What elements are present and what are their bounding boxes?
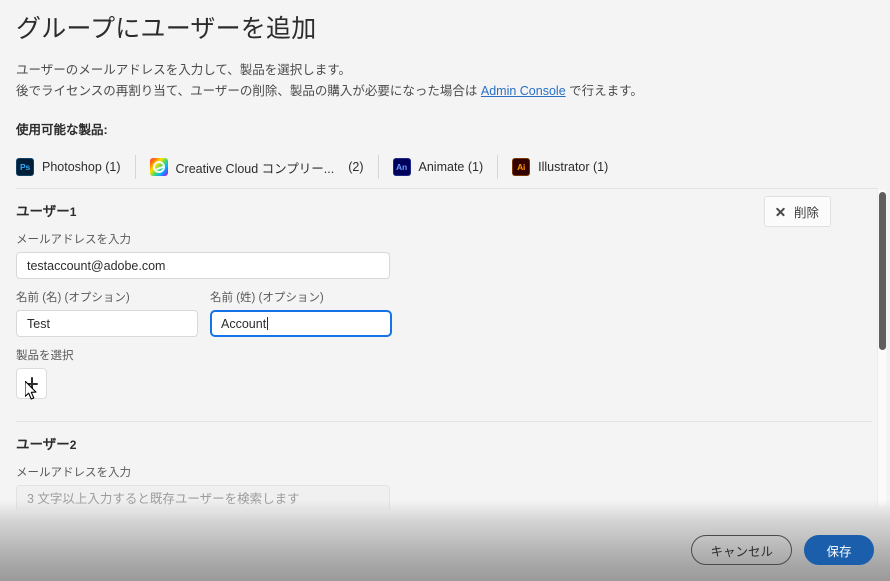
available-products-heading: 使用可能な製品: — [16, 123, 108, 137]
user-block-1: ユーザー1 削除 メールアドレスを入力 名前 (名) (オプション) 名前 (姓… — [16, 189, 874, 422]
delete-user-1-label: 削除 — [793, 206, 819, 220]
product-count-creative-cloud: (2) — [348, 160, 364, 174]
cancel-button[interactable]: キャンセル — [691, 535, 792, 565]
plus-icon — [25, 377, 38, 390]
user-1-name-row: 名前 (名) (オプション) 名前 (姓) (オプション) Account — [16, 279, 874, 337]
user-1-add-product-button[interactable] — [16, 368, 47, 399]
user-1-first-name-group: 名前 (名) (オプション) — [16, 279, 198, 337]
user-1-last-name-value: Account — [221, 316, 267, 331]
intro-line-2-prefix: 後でライセンスの再割り当て、ユーザーの削除、製品の購入が必要になった場合は — [16, 84, 478, 98]
user-1-email-input[interactable] — [16, 252, 390, 279]
close-icon — [775, 206, 786, 217]
user-2-heading: ユーザー2 — [16, 436, 874, 454]
user-1-heading: ユーザー1 — [16, 203, 76, 221]
user-1-header: ユーザー1 削除 — [16, 196, 874, 227]
vertical-scrollbar-thumb[interactable] — [879, 192, 886, 350]
admin-console-link[interactable]: Admin Console — [481, 84, 566, 98]
intro-line-2-suffix: で行えます。 — [569, 84, 643, 98]
user-2-email-label: メールアドレスを入力 — [16, 467, 131, 479]
product-chip-photoshop[interactable]: Ps Photoshop (1) — [16, 154, 135, 180]
user-1-last-name-label: 名前 (姓) (オプション) — [210, 292, 324, 304]
animate-icon: An — [392, 158, 411, 176]
product-label-animate: Animate (1) — [418, 160, 484, 174]
text-caret — [267, 317, 269, 330]
illustrator-icon: Ai — [512, 158, 531, 176]
product-label-photoshop: Photoshop (1) — [42, 160, 121, 174]
photoshop-icon: Ps — [16, 158, 34, 176]
available-products-section: 使用可能な製品: Ps Photoshop (1) Creative Cloud… — [0, 119, 890, 180]
product-chip-illustrator[interactable]: Ai Illustrator (1) — [512, 154, 622, 180]
product-chip-animate[interactable]: An Animate (1) — [392, 154, 498, 180]
user-1-heading-number: 1 — [69, 205, 77, 219]
page-title: グループにユーザーを追加 — [16, 15, 317, 43]
delete-user-1-button[interactable]: 削除 — [763, 196, 831, 227]
user-1-last-name-group: 名前 (姓) (オプション) Account — [210, 279, 392, 337]
save-button[interactable]: 保存 — [804, 535, 874, 565]
vertical-scrollbar-track[interactable] — [877, 190, 886, 506]
user-1-first-name-label: 名前 (名) (オプション) — [16, 292, 130, 304]
creative-cloud-icon — [149, 158, 168, 176]
user-block-2: ユーザー2 メールアドレスを入力 — [16, 422, 874, 510]
chip-divider-1 — [134, 155, 136, 179]
users-scroll-region[interactable]: ユーザー1 削除 メールアドレスを入力 名前 (名) (オプション) 名前 (姓… — [0, 188, 890, 510]
user-2-heading-number: 2 — [69, 438, 77, 452]
intro-line-2: 後でライセンスの再割り当て、ユーザーの削除、製品の購入が必要になった場合は Ad… — [16, 81, 874, 101]
user-1-product-select-label: 製品を選択 — [16, 350, 74, 362]
product-chip-row: Ps Photoshop (1) Creative Cloud コンプリー...… — [16, 154, 874, 180]
user-2-heading-label: ユーザー — [16, 437, 70, 452]
intro-line-1: ユーザーのメールアドレスを入力して、製品を選択します。 — [16, 63, 352, 77]
footer-actions: キャンセル 保存 — [691, 535, 874, 565]
chip-divider-2 — [377, 155, 379, 179]
product-chip-creative-cloud[interactable]: Creative Cloud コンプリー... (2) — [149, 154, 378, 180]
chip-divider-3 — [497, 155, 499, 179]
page-header: グループにユーザーを追加 ユーザーのメールアドレスを入力して、製品を選択します。… — [0, 0, 890, 101]
product-label-creative-cloud: Creative Cloud コンプリー... — [175, 161, 335, 176]
user-1-last-name-input[interactable]: Account — [210, 310, 392, 337]
user-1-first-name-input[interactable] — [16, 310, 198, 337]
user-1-email-label: メールアドレスを入力 — [16, 234, 131, 246]
product-label-illustrator: Illustrator (1) — [538, 160, 609, 174]
user-1-heading-label: ユーザー — [16, 204, 70, 219]
